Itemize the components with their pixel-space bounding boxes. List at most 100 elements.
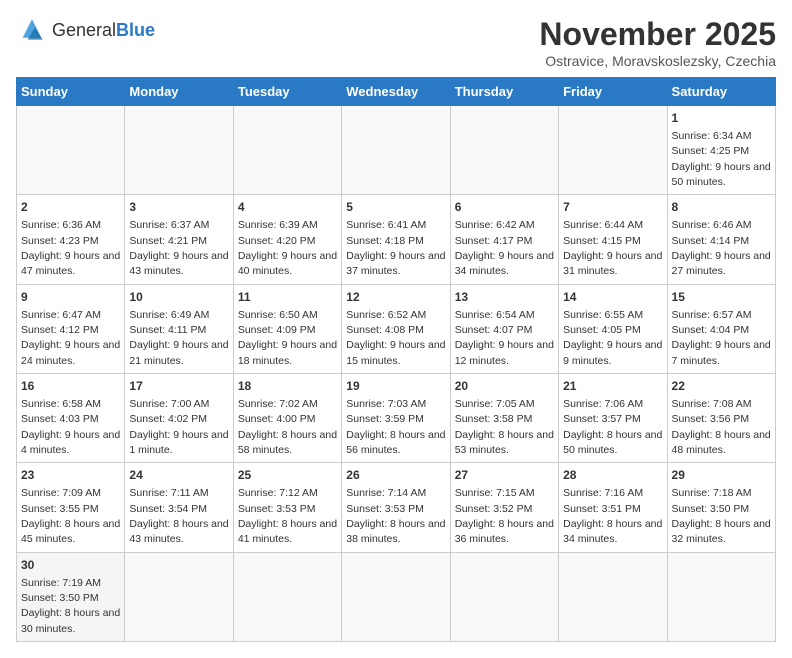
day-number: 7: [563, 199, 662, 216]
calendar-cell: 19 Sunrise: 7:03 AM Sunset: 3:59 PM Dayli…: [342, 374, 450, 463]
day-info: Sunrise: 6:42 AM Sunset: 4:17 PM Dayligh…: [455, 219, 554, 277]
day-number: 1: [672, 110, 771, 127]
day-info: Sunrise: 6:57 AM Sunset: 4:04 PM Dayligh…: [672, 309, 771, 367]
day-number: 26: [346, 467, 445, 484]
day-info: Sunrise: 6:39 AM Sunset: 4:20 PM Dayligh…: [238, 219, 337, 277]
day-info: Sunrise: 6:54 AM Sunset: 4:07 PM Dayligh…: [455, 309, 554, 367]
day-info: Sunrise: 6:46 AM Sunset: 4:14 PM Dayligh…: [672, 219, 771, 277]
calendar-cell: [125, 106, 233, 195]
day-info: Sunrise: 7:16 AM Sunset: 3:51 PM Dayligh…: [563, 487, 662, 545]
day-info: Sunrise: 6:58 AM Sunset: 4:03 PM Dayligh…: [21, 398, 120, 456]
day-number: 2: [21, 199, 120, 216]
day-number: 25: [238, 467, 337, 484]
calendar-cell: 22 Sunrise: 7:08 AM Sunset: 3:56 PM Dayli…: [667, 374, 775, 463]
calendar-cell: 20 Sunrise: 7:05 AM Sunset: 3:58 PM Dayli…: [450, 374, 558, 463]
day-info: Sunrise: 7:11 AM Sunset: 3:54 PM Dayligh…: [129, 487, 228, 545]
calendar-cell: 17Sunrise: 7:00 AM Sunset: 4:02 PM Dayli…: [125, 374, 233, 463]
day-number: 28: [563, 467, 662, 484]
calendar-cell: 8 Sunrise: 6:46 AM Sunset: 4:14 PM Daylig…: [667, 195, 775, 284]
day-number: 27: [455, 467, 554, 484]
calendar-cell: 13 Sunrise: 6:54 AM Sunset: 4:07 PM Dayli…: [450, 284, 558, 373]
col-header-friday: Friday: [559, 78, 667, 106]
day-number: 4: [238, 199, 337, 216]
day-number: 21: [563, 378, 662, 395]
logo-text: GeneralBlue: [52, 20, 155, 41]
day-number: 9: [21, 289, 120, 306]
day-number: 18: [238, 378, 337, 395]
calendar-cell: 16 Sunrise: 6:58 AM Sunset: 4:03 PM Dayli…: [17, 374, 125, 463]
general-blue-icon: [16, 16, 48, 44]
day-info: Sunrise: 7:08 AM Sunset: 3:56 PM Dayligh…: [672, 398, 771, 456]
day-info: Sunrise: 6:55 AM Sunset: 4:05 PM Dayligh…: [563, 309, 662, 367]
calendar-cell: [559, 552, 667, 641]
day-info: Sunrise: 6:44 AM Sunset: 4:15 PM Dayligh…: [563, 219, 662, 277]
day-info: Sunrise: 6:36 AM Sunset: 4:23 PM Dayligh…: [21, 219, 120, 277]
day-number: 20: [455, 378, 554, 395]
day-number: 30: [21, 557, 120, 574]
day-info: Sunrise: 7:06 AM Sunset: 3:57 PM Dayligh…: [563, 398, 662, 456]
calendar-cell: [17, 106, 125, 195]
col-header-sunday: Sunday: [17, 78, 125, 106]
month-title: November 2025: [539, 16, 776, 53]
week-row-2: 2 Sunrise: 6:36 AM Sunset: 4:23 PM Daylig…: [17, 195, 776, 284]
day-number: 22: [672, 378, 771, 395]
day-info: Sunrise: 6:50 AM Sunset: 4:09 PM Dayligh…: [238, 309, 337, 367]
calendar-cell: 6 Sunrise: 6:42 AM Sunset: 4:17 PM Daylig…: [450, 195, 558, 284]
day-number: 6: [455, 199, 554, 216]
calendar-cell: 2 Sunrise: 6:36 AM Sunset: 4:23 PM Daylig…: [17, 195, 125, 284]
calendar-cell: 23 Sunrise: 7:09 AM Sunset: 3:55 PM Dayli…: [17, 463, 125, 552]
day-number: 23: [21, 467, 120, 484]
day-number: 29: [672, 467, 771, 484]
calendar-cell: 15Sunrise: 6:57 AM Sunset: 4:04 PM Dayli…: [667, 284, 775, 373]
calendar-cell: 29 Sunrise: 7:18 AM Sunset: 3:50 PM Dayli…: [667, 463, 775, 552]
day-info: Sunrise: 6:34 AM Sunset: 4:25 PM Dayligh…: [672, 130, 771, 188]
calendar-cell: 25 Sunrise: 7:12 AM Sunset: 3:53 PM Dayli…: [233, 463, 341, 552]
calendar-cell: [667, 552, 775, 641]
day-info: Sunrise: 6:37 AM Sunset: 4:21 PM Dayligh…: [129, 219, 228, 277]
day-number: 14: [563, 289, 662, 306]
day-number: 8: [672, 199, 771, 216]
day-number: 19: [346, 378, 445, 395]
calendar-cell: 18Sunrise: 7:02 AM Sunset: 4:00 PM Dayli…: [233, 374, 341, 463]
calendar-cell: 3 Sunrise: 6:37 AM Sunset: 4:21 PM Daylig…: [125, 195, 233, 284]
day-number: 3: [129, 199, 228, 216]
week-row-1: 1 Sunrise: 6:34 AM Sunset: 4:25 PM Daylig…: [17, 106, 776, 195]
week-row-4: 16 Sunrise: 6:58 AM Sunset: 4:03 PM Dayli…: [17, 374, 776, 463]
day-number: 11: [238, 289, 337, 306]
calendar-cell: 24 Sunrise: 7:11 AM Sunset: 3:54 PM Dayli…: [125, 463, 233, 552]
calendar-cell: 14 Sunrise: 6:55 AM Sunset: 4:05 PM Dayli…: [559, 284, 667, 373]
day-number: 13: [455, 289, 554, 306]
day-headers-row: SundayMondayTuesdayWednesdayThursdayFrid…: [17, 78, 776, 106]
day-info: Sunrise: 7:12 AM Sunset: 3:53 PM Dayligh…: [238, 487, 337, 545]
col-header-thursday: Thursday: [450, 78, 558, 106]
day-number: 16: [21, 378, 120, 395]
day-info: Sunrise: 7:09 AM Sunset: 3:55 PM Dayligh…: [21, 487, 120, 545]
col-header-wednesday: Wednesday: [342, 78, 450, 106]
day-info: Sunrise: 7:03 AM Sunset: 3:59 PM Dayligh…: [346, 398, 445, 456]
day-number: 24: [129, 467, 228, 484]
day-info: Sunrise: 6:49 AM Sunset: 4:11 PM Dayligh…: [129, 309, 228, 367]
day-info: Sunrise: 7:18 AM Sunset: 3:50 PM Dayligh…: [672, 487, 771, 545]
calendar-cell: 11 Sunrise: 6:50 AM Sunset: 4:09 PM Dayli…: [233, 284, 341, 373]
calendar-cell: 1 Sunrise: 6:34 AM Sunset: 4:25 PM Daylig…: [667, 106, 775, 195]
calendar-cell: [342, 552, 450, 641]
calendar-cell: 28 Sunrise: 7:16 AM Sunset: 3:51 PM Dayli…: [559, 463, 667, 552]
calendar-cell: 5Sunrise: 6:41 AM Sunset: 4:18 PM Daylig…: [342, 195, 450, 284]
calendar-cell: 26Sunrise: 7:14 AM Sunset: 3:53 PM Dayli…: [342, 463, 450, 552]
location-subtitle: Ostravice, Moravskoslezsky, Czechia: [539, 53, 776, 69]
col-header-monday: Monday: [125, 78, 233, 106]
calendar-table: SundayMondayTuesdayWednesdayThursdayFrid…: [16, 77, 776, 642]
calendar-cell: [450, 552, 558, 641]
calendar-cell: [233, 106, 341, 195]
logo: GeneralBlue: [16, 16, 155, 44]
calendar-cell: 21 Sunrise: 7:06 AM Sunset: 3:57 PM Dayli…: [559, 374, 667, 463]
day-info: Sunrise: 7:15 AM Sunset: 3:52 PM Dayligh…: [455, 487, 554, 545]
calendar-cell: 27 Sunrise: 7:15 AM Sunset: 3:52 PM Dayli…: [450, 463, 558, 552]
day-number: 12: [346, 289, 445, 306]
calendar-cell: [559, 106, 667, 195]
calendar-cell: [125, 552, 233, 641]
day-info: Sunrise: 6:52 AM Sunset: 4:08 PM Dayligh…: [346, 309, 445, 367]
day-info: Sunrise: 6:47 AM Sunset: 4:12 PM Dayligh…: [21, 309, 120, 367]
calendar-cell: 4 Sunrise: 6:39 AM Sunset: 4:20 PM Daylig…: [233, 195, 341, 284]
day-info: Sunrise: 7:05 AM Sunset: 3:58 PM Dayligh…: [455, 398, 554, 456]
